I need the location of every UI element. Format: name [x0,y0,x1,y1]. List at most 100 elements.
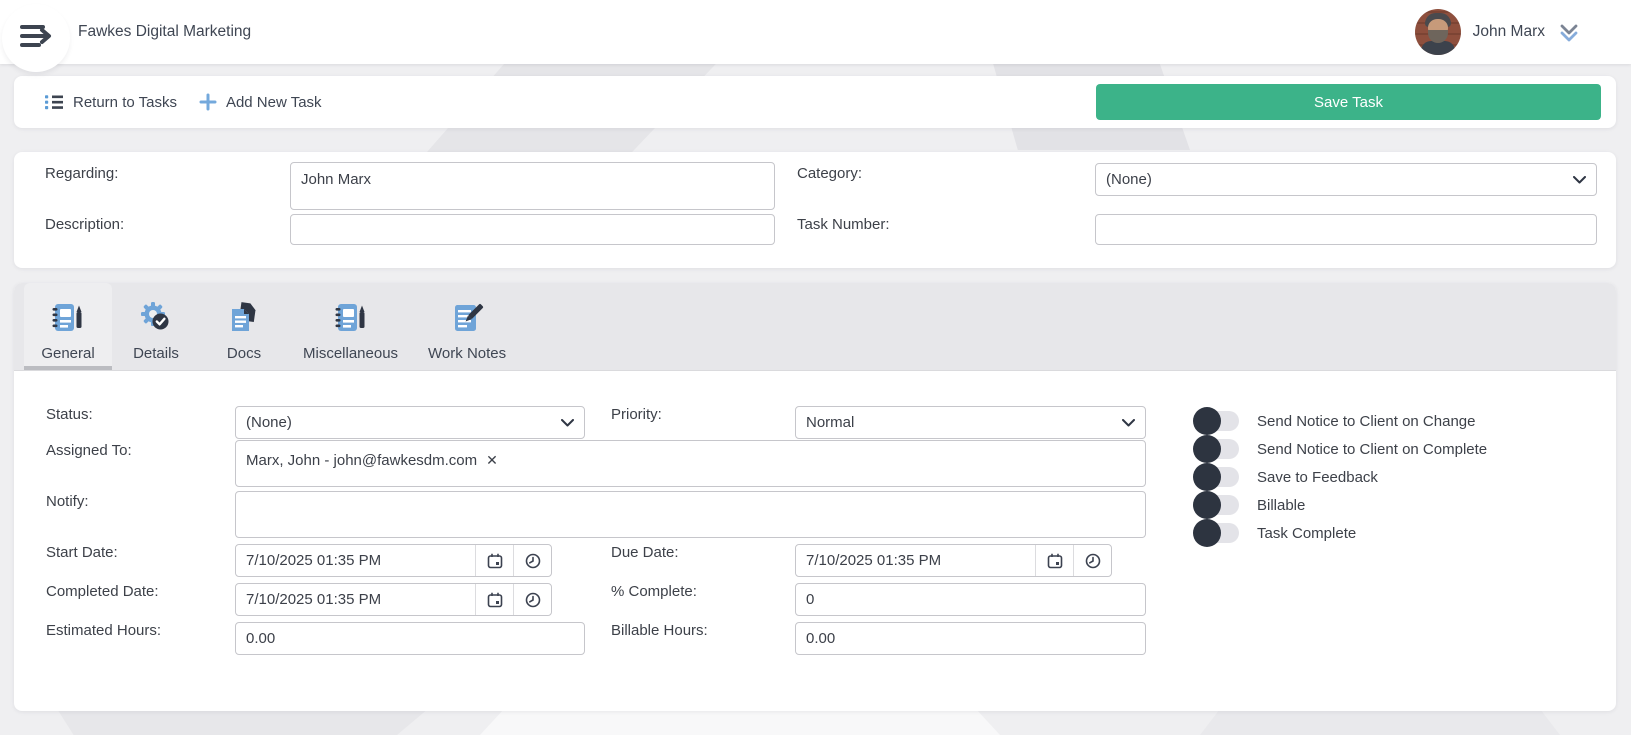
completed-date-input[interactable] [236,584,475,615]
chevron-down-icon [1573,176,1586,184]
send-notice-on-complete-toggle[interactable] [1195,439,1239,459]
assigned-to-label: Assigned To: [46,443,132,459]
bulleted-list-icon [44,92,64,112]
notify-input[interactable] [235,491,1146,538]
billable-hours-input[interactable] [795,622,1146,655]
task-header-form: Regarding: John Marx Description: Catego… [14,152,1616,268]
regarding-label: Regarding: [45,166,118,182]
priority-value: Normal [806,414,854,431]
priority-select[interactable]: Normal [795,406,1146,439]
toggle-knob [1193,463,1221,491]
completed-date-field [235,583,552,616]
task-complete-toggle[interactable] [1195,523,1239,543]
start-date-label: Start Date: [46,545,118,561]
toggle-row: Send Notice to Client on Change [1195,407,1475,435]
task-number-label: Task Number: [797,217,890,233]
percent-complete-label: % Complete: [611,584,697,600]
start-date-field [235,544,552,577]
category-select[interactable]: (None) [1095,163,1597,196]
add-new-task-label: Add New Task [226,94,322,111]
toggle-row: Send Notice to Client on Complete [1195,435,1487,463]
due-date-input[interactable] [796,545,1035,576]
completed-date-calendar-button[interactable] [475,584,513,615]
add-new-task-button[interactable]: Add New Task [199,93,322,111]
tab-general-label: General [41,345,94,362]
clock-icon [524,552,542,570]
clock-icon [524,591,542,609]
calendar-icon [486,552,504,570]
toggle-label: Task Complete [1257,525,1356,542]
calendar-icon [1046,552,1064,570]
status-select[interactable]: (None) [235,406,585,439]
priority-label: Priority: [611,407,662,423]
save-task-button[interactable]: Save Task [1096,84,1601,120]
toggle-knob [1193,407,1221,435]
tab-work-notes-label: Work Notes [428,345,506,362]
task-number-input[interactable] [1095,214,1597,245]
completed-date-label: Completed Date: [46,584,159,600]
toggle-knob [1193,491,1221,519]
tab-details[interactable]: Details [112,283,200,370]
task-toolbar: Return to Tasks Add New Task Save Task [14,76,1616,128]
save-to-feedback-toggle[interactable] [1195,467,1239,487]
stacked-documents-icon [227,301,261,340]
chevron-down-icon [1122,419,1135,427]
percent-complete-input[interactable] [795,583,1146,616]
toggle-label: Send Notice to Client on Change [1257,413,1475,430]
remove-assignee-icon[interactable]: ✕ [486,452,498,469]
status-value: (None) [246,414,292,431]
toggle-label: Save to Feedback [1257,469,1378,486]
task-detail-card: General Details [14,283,1616,711]
app-title: Fawkes Digital Marketing [78,0,251,64]
assigned-to-input[interactable]: Marx, John - john@fawkesdm.com ✕ [235,440,1146,487]
chevron-down-icon [561,419,574,427]
due-time-clock-button[interactable] [1073,545,1111,576]
regarding-input[interactable]: John Marx [290,162,775,210]
return-to-tasks-label: Return to Tasks [73,94,177,111]
tab-miscellaneous[interactable]: Miscellaneous [288,283,413,370]
toggle-row: Save to Feedback [1195,463,1378,491]
calendar-icon [486,591,504,609]
user-name: John Marx [1473,23,1545,41]
completed-time-clock-button[interactable] [513,584,551,615]
description-input[interactable] [290,214,775,245]
category-label: Category: [797,166,862,182]
due-date-label: Due Date: [611,545,679,561]
tab-miscellaneous-label: Miscellaneous [303,345,398,362]
estimated-hours-input[interactable] [235,622,585,655]
toggle-knob [1193,519,1221,547]
toggle-label: Billable [1257,497,1305,514]
description-label: Description: [45,217,124,233]
note-pencil-icon [450,301,484,340]
category-value: (None) [1106,171,1152,188]
start-date-input[interactable] [236,545,475,576]
tab-work-notes[interactable]: Work Notes [413,283,521,370]
avatar [1415,9,1461,55]
toggle-row: Task Complete [1195,519,1356,547]
tab-general[interactable]: General [24,283,112,370]
status-label: Status: [46,407,93,423]
start-time-clock-button[interactable] [513,545,551,576]
toggle-knob [1193,435,1221,463]
tab-docs[interactable]: Docs [200,283,288,370]
toggle-label: Send Notice to Client on Complete [1257,441,1487,458]
notebook-pencil-icon [334,301,368,340]
notebook-pencil-icon [51,301,85,340]
assignee-chip: Marx, John - john@fawkesdm.com ✕ [246,452,498,469]
clock-icon [1084,552,1102,570]
billable-hours-label: Billable Hours: [611,623,708,639]
return-to-tasks-button[interactable]: Return to Tasks [44,92,177,112]
double-chevron-down-icon [1557,20,1581,44]
tab-details-label: Details [133,345,179,362]
due-date-calendar-button[interactable] [1035,545,1073,576]
user-menu[interactable]: John Marx [1415,0,1581,64]
menu-button[interactable] [2,4,70,72]
billable-toggle[interactable] [1195,495,1239,515]
gear-check-icon [139,301,173,340]
estimated-hours-label: Estimated Hours: [46,623,161,639]
notify-label: Notify: [46,494,89,510]
assignee-chip-text: Marx, John - john@fawkesdm.com [246,452,477,469]
send-notice-on-change-toggle[interactable] [1195,411,1239,431]
start-date-calendar-button[interactable] [475,545,513,576]
plus-icon [199,93,217,111]
